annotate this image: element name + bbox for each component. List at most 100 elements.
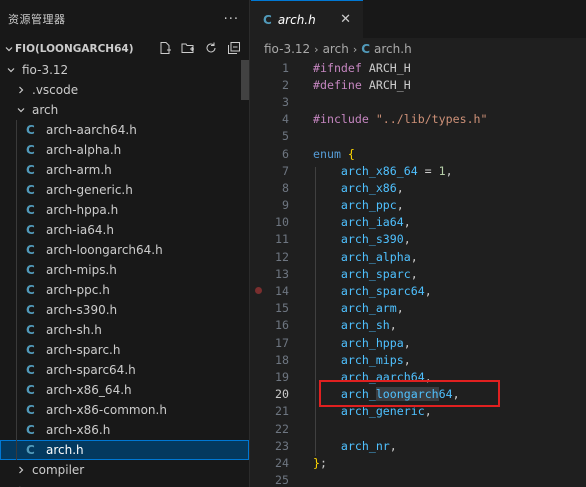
code-line: 14 arch_sparc64, — [251, 282, 586, 299]
more-actions-icon[interactable]: ··· — [224, 12, 239, 27]
code-token: #include — [313, 112, 369, 127]
code-token: , — [389, 318, 397, 333]
c-file-icon: C — [26, 443, 35, 457]
collapse-all-icon[interactable] — [227, 41, 241, 58]
code-line: 12 arch_alpha, — [251, 248, 586, 265]
file-item[interactable]: Carch-x86.h — [0, 420, 249, 440]
file-item[interactable]: Carch-arm.h — [0, 160, 249, 180]
code-token: } — [313, 455, 320, 470]
new-folder-icon[interactable] — [181, 41, 195, 58]
chevron-down-icon — [4, 65, 18, 75]
code-editor[interactable]: 1 #ifndef ARCH_H 2 #define ARCH_H 3 4 #include… — [251, 59, 586, 487]
c-file-icon: C — [26, 403, 35, 417]
tree-item-label: arch — [32, 103, 59, 117]
code-token: , — [445, 163, 453, 178]
breadcrumb-item-root[interactable]: fio-3.12 — [264, 42, 310, 56]
file-tree: fio-3.12 .vscode arch Carch-aarch64.h Carch-… — [0, 60, 249, 487]
tree-item-label: arch-generic.h — [46, 183, 133, 197]
folder-item[interactable]: arch — [0, 100, 249, 120]
tree-item-label: arch-x86-common.h — [46, 403, 167, 417]
code-token: arch_sparc64 — [340, 284, 425, 299]
tree-indent-guide — [16, 200, 17, 220]
code-token: arch_ppc — [340, 198, 397, 213]
tree-indent-guide — [16, 160, 17, 180]
code-line: 23 arch_nr, — [251, 437, 586, 454]
code-token: 1 — [438, 163, 446, 178]
line-number: 8 — [282, 180, 289, 195]
new-file-icon[interactable] — [158, 41, 172, 58]
c-file-icon: C — [26, 363, 35, 377]
file-item[interactable]: Carch-loongarch64.h — [0, 240, 249, 260]
tree-item-label: arch-mips.h — [46, 263, 117, 277]
code-token: , — [389, 438, 397, 453]
file-item[interactable]: Carch-ppc.h — [0, 280, 249, 300]
chevron-down-icon — [14, 105, 28, 115]
tree-item-label: arch-sparc64.h — [46, 363, 136, 377]
tree-indent-guide — [16, 320, 17, 340]
code-line: 11 arch_s390, — [251, 231, 586, 248]
folder-item[interactable]: .vscode — [0, 80, 249, 100]
chevron-right-icon: › — [352, 42, 358, 56]
indent-guide — [315, 167, 316, 456]
code-line: 18 arch_mips, — [251, 351, 586, 368]
c-file-icon: C — [26, 303, 35, 317]
file-item[interactable]: Carch-x86_64.h — [0, 380, 249, 400]
breadcrumb-item-file[interactable]: arch.h — [374, 42, 412, 56]
line-number: 4 — [282, 112, 289, 127]
c-file-icon: C — [26, 323, 35, 337]
explorer-scrollbar[interactable] — [241, 60, 249, 100]
line-number: 10 — [275, 215, 289, 230]
explorer-panel: 资源管理器 ··· FIO(LOONGARCH64) fio-3.12 .vsco… — [0, 0, 250, 487]
tree-item-label: compiler — [32, 463, 85, 477]
file-item[interactable]: Carch-hppa.h — [0, 200, 249, 220]
c-file-icon: C — [26, 263, 35, 277]
file-item[interactable]: Carch-mips.h — [0, 260, 249, 280]
file-item[interactable]: Carch.h — [0, 440, 249, 460]
line-number: 6 — [282, 146, 289, 161]
tree-item-label: arch-sh.h — [46, 323, 102, 337]
file-item[interactable]: Carch-sparc.h — [0, 340, 249, 360]
breadcrumb-item-folder[interactable]: arch — [323, 42, 349, 56]
line-number: 24 — [275, 455, 289, 470]
line-number: 11 — [275, 232, 289, 247]
tree-item-label: arch-aarch64.h — [46, 123, 137, 137]
file-item[interactable]: Carch-x86-common.h — [0, 400, 249, 420]
close-icon[interactable]: ✕ — [340, 12, 351, 27]
tree-indent-guide — [16, 300, 17, 320]
file-item[interactable]: Carch-alpha.h — [0, 140, 249, 160]
refresh-icon[interactable] — [204, 41, 218, 58]
c-file-icon: C — [263, 12, 272, 27]
tree-indent-guide — [16, 440, 17, 460]
code-token: arch_x86 — [340, 180, 397, 195]
code-line: 15 arch_arm, — [251, 300, 586, 317]
folder-item[interactable]: compiler — [0, 460, 249, 480]
c-file-icon: C — [26, 423, 35, 437]
file-item[interactable]: Carch-s390.h — [0, 300, 249, 320]
code-line: 6 enum { — [251, 145, 586, 162]
tree-item-label: arch-x86.h — [46, 423, 111, 437]
file-item[interactable]: Carch-generic.h — [0, 180, 249, 200]
workspace-folder-header[interactable]: FIO(LOONGARCH64) — [0, 38, 249, 60]
tree-indent-guide — [16, 120, 17, 140]
code-line: 22 — [251, 420, 586, 437]
tree-item-label: crc — [32, 483, 50, 487]
file-item[interactable]: Carch-aarch64.h — [0, 120, 249, 140]
file-item[interactable]: Carch-sh.h — [0, 320, 249, 340]
code-line: 9 arch_ppc, — [251, 197, 586, 214]
folder-item[interactable]: crc — [0, 480, 249, 487]
code-line: 1 #ifndef ARCH_H — [251, 59, 586, 76]
code-token: arch_arm — [340, 301, 397, 316]
line-number: 5 — [282, 129, 289, 144]
file-item[interactable]: Carch-sparc64.h — [0, 360, 249, 380]
folder-item[interactable]: fio-3.12 — [0, 60, 249, 80]
tree-indent-guide — [16, 180, 17, 200]
code-line: 3 — [251, 93, 586, 110]
tab-bar: C arch.h ✕ — [251, 0, 586, 38]
file-item[interactable]: Carch-ia64.h — [0, 220, 249, 240]
tab-arch-h[interactable]: C arch.h ✕ — [251, 0, 363, 38]
